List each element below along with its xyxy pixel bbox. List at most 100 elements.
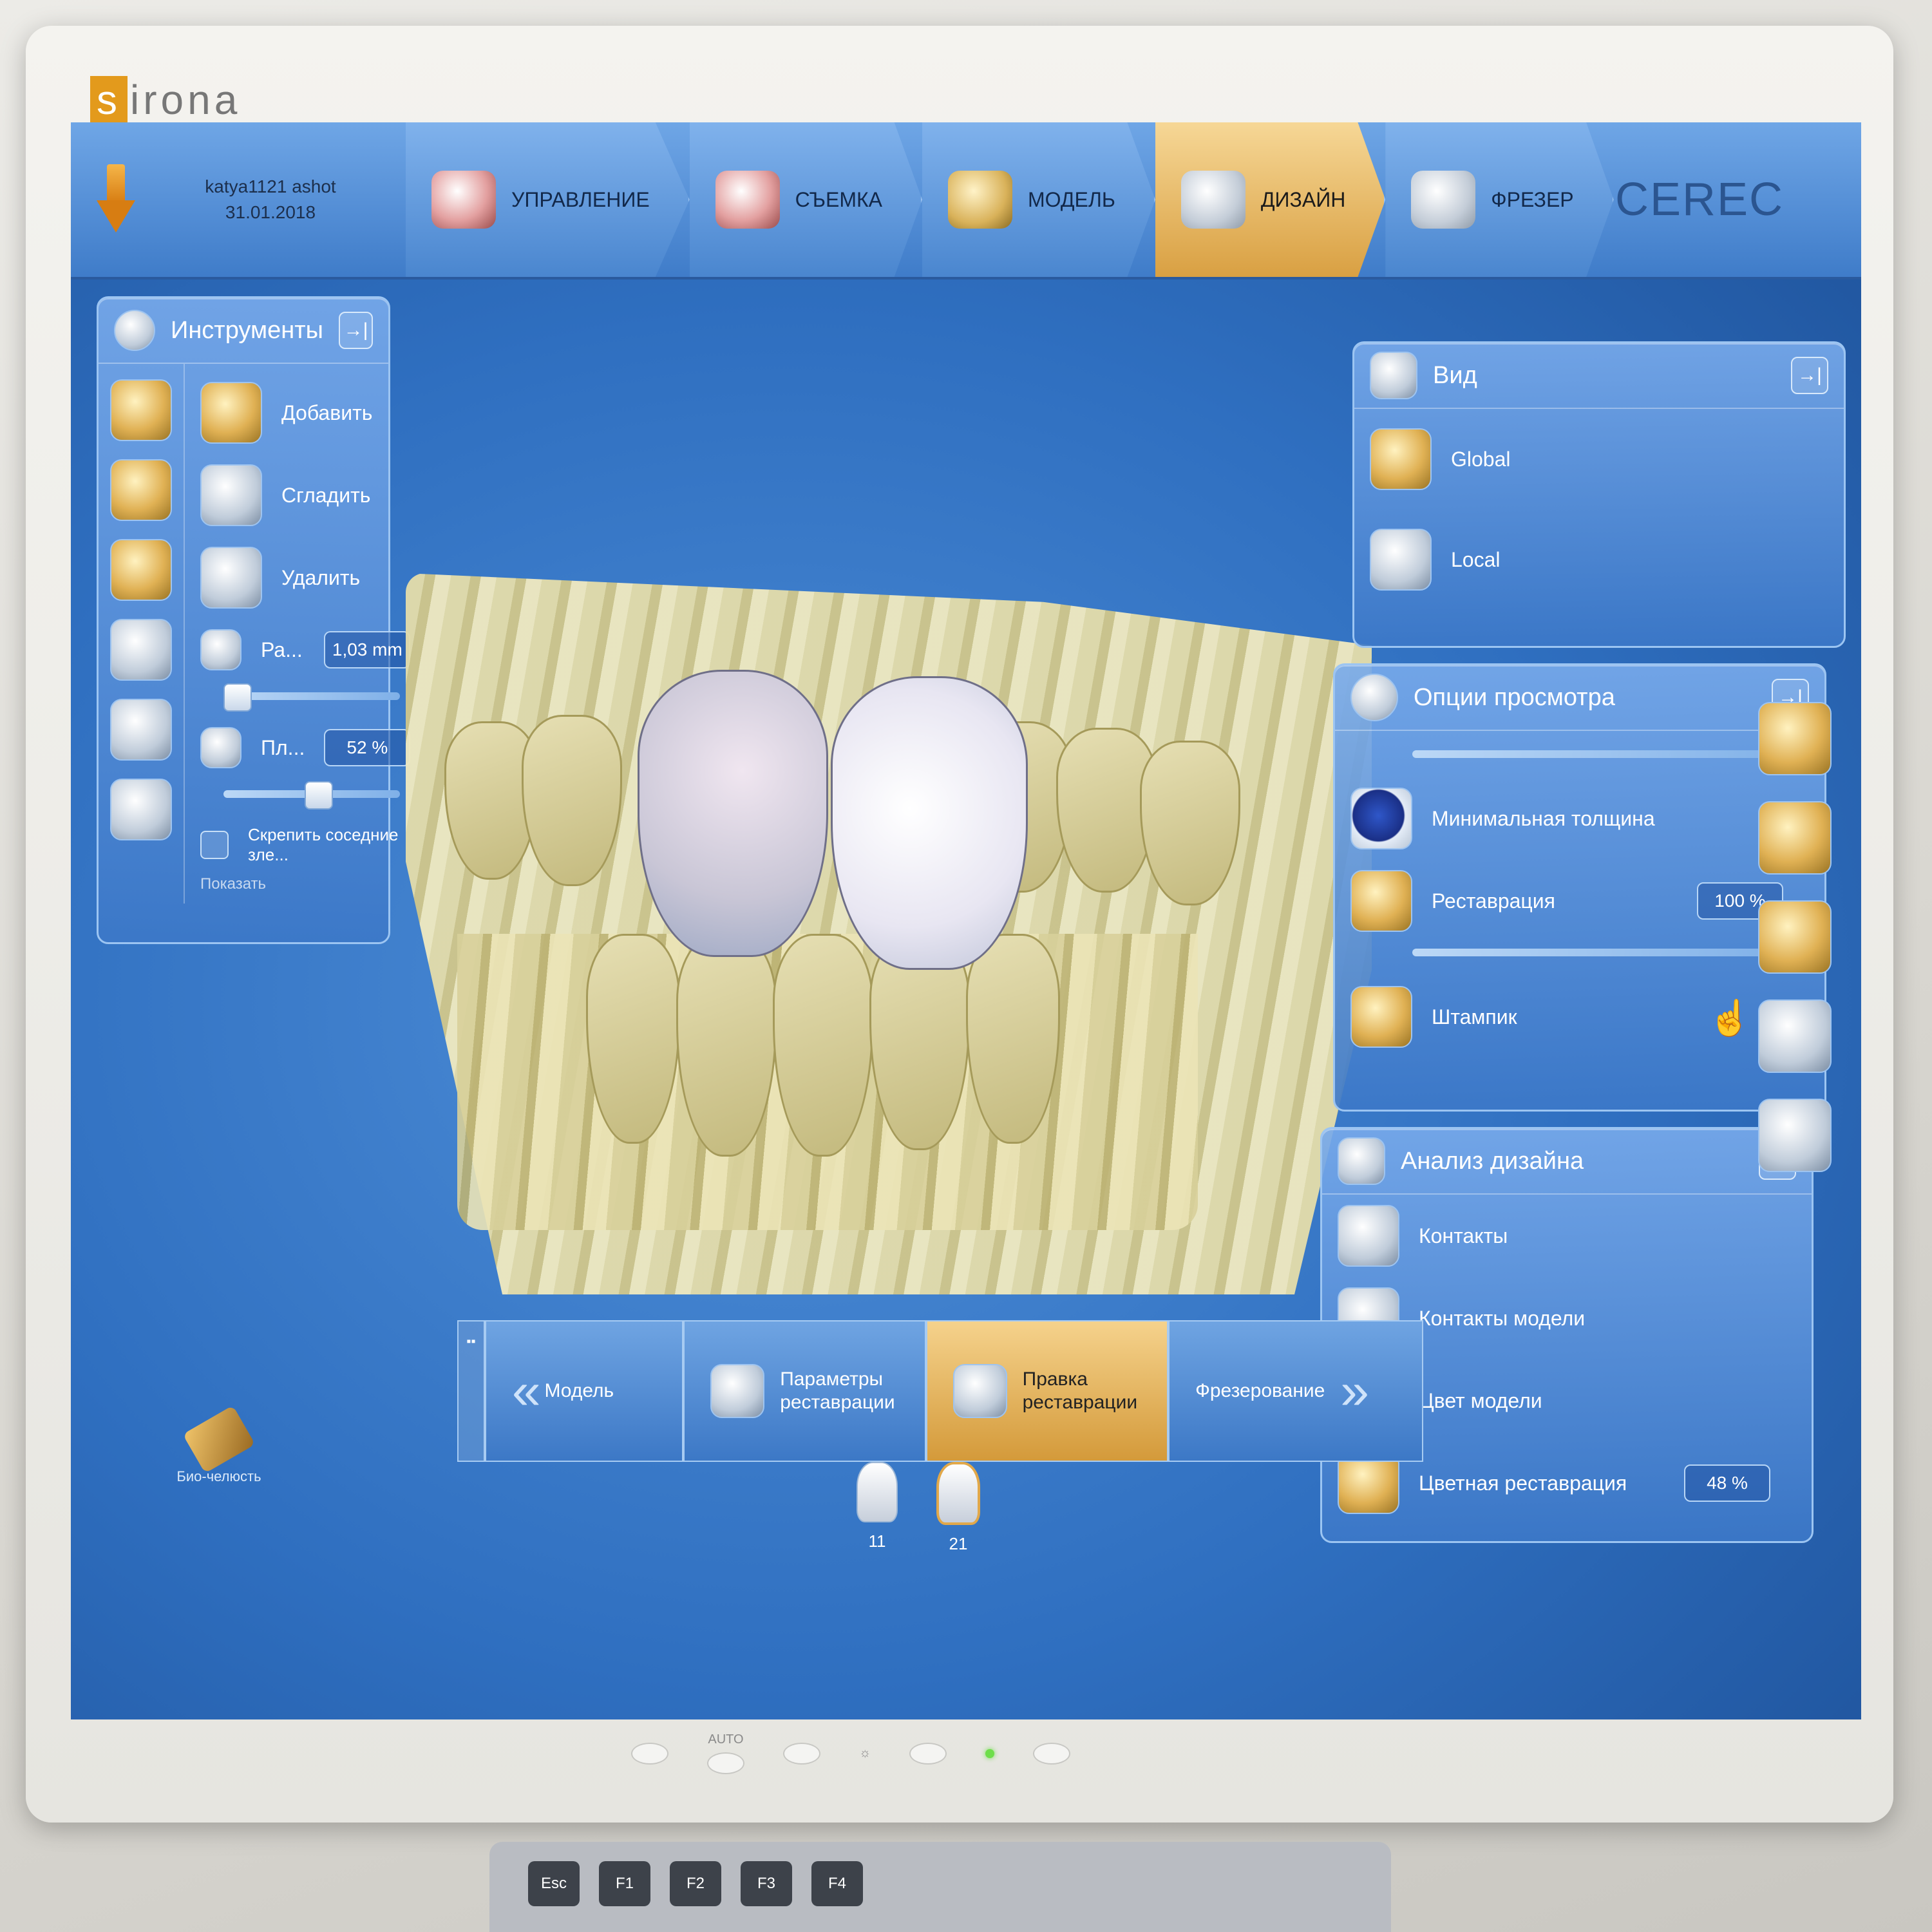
step-model[interactable]: МОДЕЛЬ — [922, 122, 1155, 277]
view-item-label: Local — [1451, 547, 1501, 571]
link-neighbors-checkbox[interactable] — [200, 831, 229, 859]
tools-title: Инструменты — [171, 316, 323, 344]
shape-tool-icon[interactable] — [110, 379, 172, 441]
monitor-buttons: AUTO ☼ — [631, 1732, 1071, 1774]
transparency-slider[interactable] — [1412, 741, 1805, 770]
view-local[interactable]: Local — [1354, 509, 1844, 610]
pin-panel-button[interactable]: →| — [338, 312, 373, 349]
slider-knob[interactable] — [223, 683, 252, 712]
key-f4[interactable]: F4 — [811, 1861, 863, 1906]
view-panel: Вид →| Global Local — [1352, 341, 1846, 648]
cut-tool-icon[interactable] — [110, 779, 172, 840]
nav-grip-handle[interactable]: ▪▪ — [457, 1320, 485, 1462]
view-global[interactable]: Global — [1354, 409, 1844, 509]
tool-smooth[interactable]: Сгладить — [185, 454, 426, 536]
restoration-params-button[interactable]: Параметры реставрации — [683, 1320, 926, 1462]
edit-restoration-button[interactable]: Правка реставрации — [925, 1320, 1169, 1462]
model-icon — [947, 171, 1012, 229]
step-label: УПРАВЛЕНИЕ — [511, 187, 650, 211]
crown-restoration-21[interactable] — [831, 676, 1028, 970]
view-options-dock-icon[interactable] — [1758, 900, 1832, 974]
back-label: Модель — [544, 1380, 614, 1401]
download-arrow-icon[interactable] — [97, 164, 135, 235]
step-design[interactable]: ДИЗАЙН — [1155, 122, 1386, 277]
rotate-tool-icon[interactable] — [110, 699, 172, 761]
design-analysis-title: Анализ дизайна — [1401, 1147, 1584, 1175]
view-header: Вид →| — [1354, 343, 1844, 409]
view-cube-icon — [1370, 352, 1417, 399]
show-row[interactable]: Показать — [185, 875, 426, 904]
cube-view-icon[interactable] — [1758, 702, 1832, 775]
bio-jaw-label: Био-челюсть — [176, 1468, 261, 1484]
restoration-icon — [1350, 870, 1412, 932]
analysis-label: Контакты — [1419, 1224, 1508, 1247]
size-field[interactable]: 1,03 mm — [324, 631, 411, 668]
crown-restoration-11[interactable] — [638, 670, 828, 957]
strength-slider[interactable] — [223, 781, 401, 810]
patient-name: katya1121 ashot — [205, 176, 336, 196]
monitor-button[interactable] — [631, 1742, 668, 1765]
die-icon — [1350, 986, 1412, 1048]
tool-label: Сгладить — [281, 483, 371, 507]
tool-remove[interactable]: Удалить — [185, 536, 426, 619]
tool-category-column — [99, 364, 185, 904]
view-options-header: Опции просмотра →| — [1335, 665, 1824, 731]
pin-panel-button[interactable]: →| — [1791, 357, 1828, 394]
link-neighbors-row[interactable]: Скрепить соседние зле... — [185, 815, 426, 875]
view-option-label: Штампик — [1432, 1005, 1517, 1028]
brightness-control: ☼ — [859, 1746, 871, 1761]
right-dock — [1758, 702, 1835, 1172]
workflow-bar: katya1121 ashot 31.01.2018 УПРАВЛЕНИЕ СЪ… — [71, 122, 1861, 279]
local-tooth-icon — [1370, 529, 1432, 591]
strength-label: Пл... — [261, 735, 305, 759]
key-f1[interactable]: F1 — [599, 1861, 650, 1906]
analysis-label: Цветная реставрация — [1419, 1471, 1627, 1495]
mill-icon — [1411, 171, 1476, 229]
params-label: Параметры реставрации — [780, 1368, 895, 1413]
view-option-min-thickness[interactable]: Минимальная толщина — [1335, 777, 1824, 860]
monitor-button[interactable] — [783, 1742, 820, 1765]
key-f3[interactable]: F3 — [741, 1861, 792, 1906]
view-option-restoration[interactable]: Реставрация 100 % — [1335, 860, 1824, 942]
dental-3d-model[interactable] — [406, 573, 1372, 1294]
size-row: Ра... 1,03 mm — [185, 619, 426, 681]
analysis-dock-icon[interactable] — [1758, 999, 1832, 1073]
form-tool-icon[interactable] — [110, 619, 172, 681]
back-to-model-button[interactable]: «Модель — [484, 1320, 684, 1462]
position-tool-icon[interactable] — [110, 539, 172, 601]
tooth-11-button[interactable]: 11 — [857, 1462, 898, 1554]
key-f2[interactable]: F2 — [670, 1861, 721, 1906]
size-label: Ра... — [261, 638, 303, 661]
design-analysis-header: Анализ дизайна →| — [1322, 1129, 1812, 1195]
view-options-ring-icon[interactable] — [1758, 801, 1832, 875]
step-acquisition[interactable]: СЪЕМКА — [689, 122, 922, 277]
monitor-auto-button[interactable]: AUTO — [707, 1732, 744, 1774]
step-label: МОДЕЛЬ — [1027, 187, 1115, 211]
step-label: ФРЕЗЕР — [1491, 187, 1574, 211]
size-slider[interactable] — [223, 683, 401, 712]
size-icon — [200, 629, 242, 670]
power-button[interactable] — [1033, 1742, 1071, 1765]
tool-add[interactable]: Добавить — [185, 372, 426, 454]
view-title: Вид — [1433, 361, 1477, 389]
restoration-slider[interactable] — [1412, 940, 1792, 968]
monitor-button[interactable] — [909, 1742, 947, 1765]
milling-button[interactable]: Фрезерование » — [1168, 1320, 1423, 1462]
tooth-21-button[interactable]: 21 — [936, 1462, 980, 1554]
teeth-dock-icon[interactable] — [1758, 1099, 1832, 1172]
cerec-screen: katya1121 ashot 31.01.2018 УПРАВЛЕНИЕ СЪ… — [71, 122, 1861, 1719]
step-label: ДИЗАЙН — [1260, 187, 1346, 211]
auto-label: AUTO — [708, 1732, 744, 1747]
color-restoration-field[interactable]: 48 % — [1684, 1464, 1770, 1502]
workflow-steps: УПРАВЛЕНИЕ СЪЕМКА МОДЕЛЬ ДИЗАЙН ФРЕЗЕР — [406, 122, 1615, 277]
scale-tool-icon[interactable] — [110, 459, 172, 521]
analysis-contacts[interactable]: Контакты — [1322, 1195, 1812, 1277]
slider-knob[interactable] — [305, 781, 334, 810]
bio-jaw-button[interactable]: Био-челюсть — [148, 1405, 290, 1485]
key-esc[interactable]: Esc — [528, 1861, 580, 1906]
strength-field[interactable]: 52 % — [324, 729, 411, 766]
step-mill[interactable]: ФРЕЗЕР — [1385, 122, 1614, 277]
step-management[interactable]: УПРАВЛЕНИЕ — [406, 122, 690, 277]
tooth-selector: 11 21 — [857, 1462, 980, 1554]
tool-label: Удалить — [281, 565, 361, 589]
